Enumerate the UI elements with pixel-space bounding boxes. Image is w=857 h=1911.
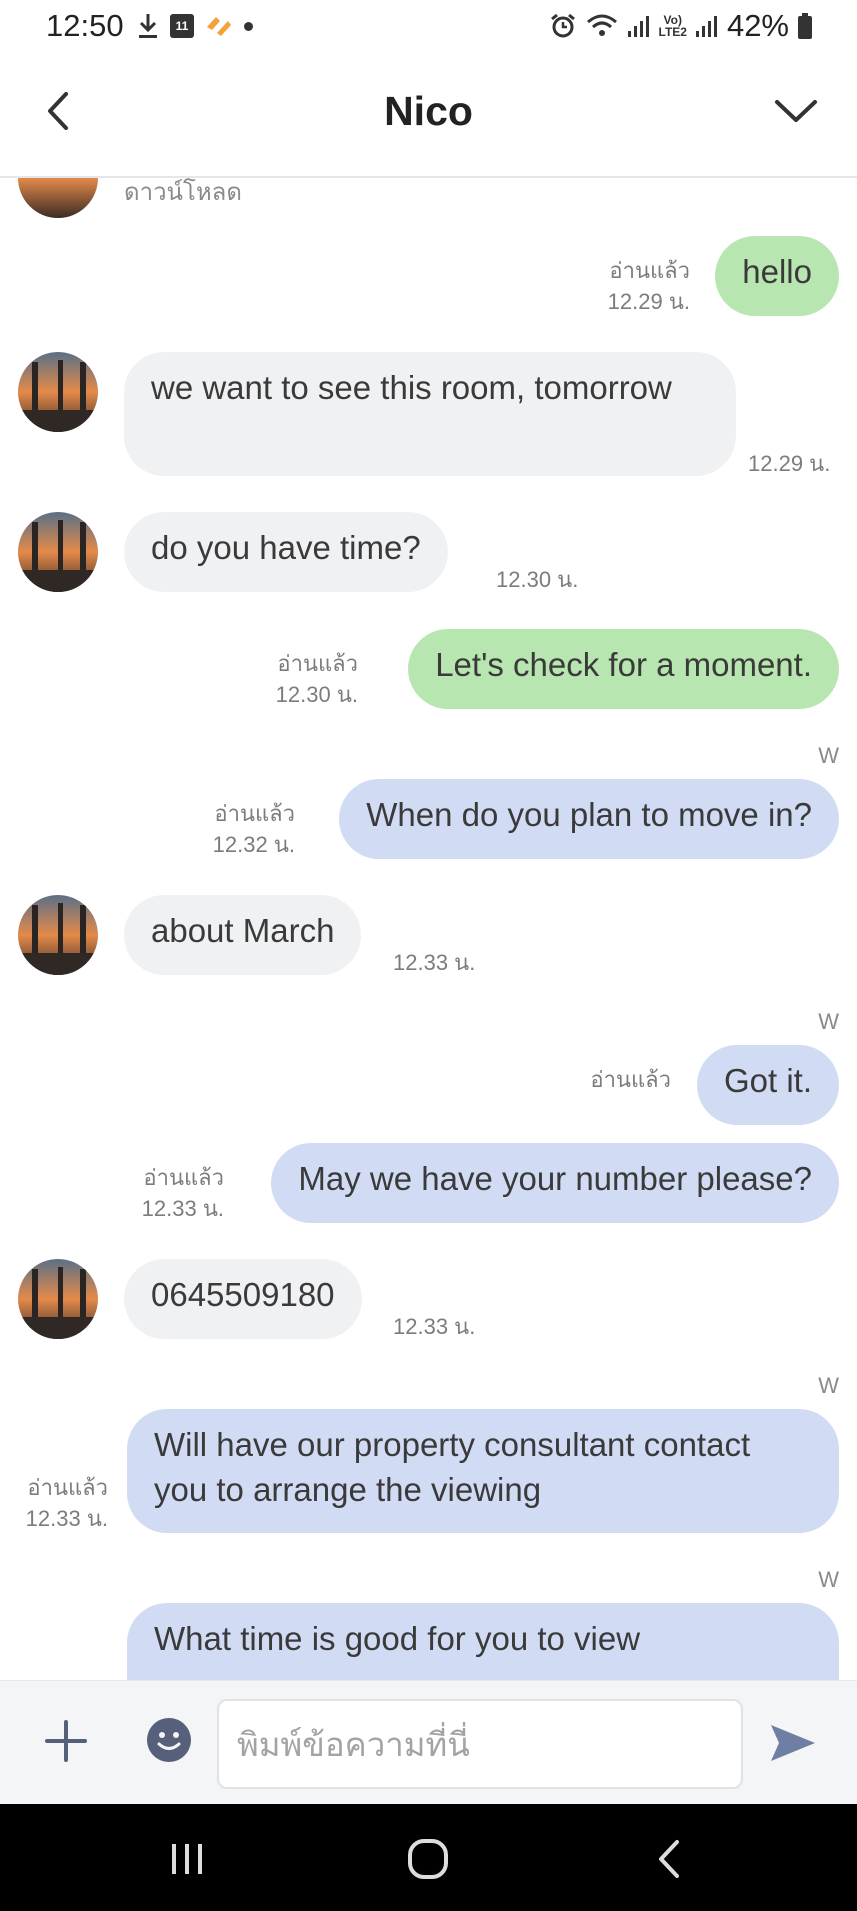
system-navigation-bar (0, 1804, 857, 1911)
room-photo-icon (18, 1259, 98, 1339)
message-text: Let's check for a moment. (435, 646, 812, 683)
home-icon[interactable] (403, 1834, 453, 1884)
status-notification-icons: 11 (136, 10, 253, 42)
read-label: อ่านแล้ว (214, 801, 295, 826)
message-bubble-incoming[interactable]: 0645509180 (124, 1259, 362, 1339)
message-bubble-outgoing[interactable]: What time is good for you to view (127, 1603, 839, 1680)
message-meta: อ่านแล้ว 12.33 น. (26, 1472, 108, 1534)
message-bubble-outgoing[interactable]: Will have our property consultant contac… (127, 1409, 839, 1533)
wifi-icon (586, 14, 617, 36)
message-time: 12.30 น. (496, 567, 579, 592)
message-bubble-outgoing[interactable]: Let's check for a moment. (408, 629, 839, 709)
message-time: 12.29 น. (607, 289, 690, 314)
message-bubble-outgoing[interactable]: When do you plan to move in? (339, 779, 839, 859)
send-icon[interactable] (769, 1719, 817, 1767)
chat-header: Nico (0, 52, 857, 178)
status-system-icons: Vo) LTE2 42% (549, 8, 814, 44)
status-bar: 12:50 11 Vo) LTE2 42% (0, 0, 857, 52)
volte-line2: LTE2 (658, 25, 687, 39)
message-meta: อ่านแล้ว 12.30 น. (276, 648, 358, 710)
message-text: What time is good for you to view (154, 1620, 641, 1657)
read-label: อ่านแล้ว (143, 1165, 224, 1190)
sender-tag: W (818, 1373, 839, 1398)
calendar-icon: 11 (170, 14, 194, 38)
message-text: When do you plan to move in? (366, 796, 812, 833)
signal-icon-2 (695, 16, 717, 37)
chevron-down-icon[interactable] (771, 88, 821, 134)
message-input[interactable] (217, 1699, 743, 1789)
room-photo-icon (18, 352, 98, 432)
message-text: Will have our property consultant contac… (154, 1426, 751, 1508)
message-list[interactable]: ดาวน์โหลด อ่านแล้ว 12.29 น. hello we wan… (0, 178, 857, 1680)
read-label: อ่านแล้ว (277, 651, 358, 676)
message-time: 12.30 น. (275, 682, 358, 707)
alarm-icon (550, 13, 575, 38)
contact-avatar[interactable] (18, 895, 98, 975)
message-bubble-incoming[interactable]: about March (124, 895, 362, 975)
sender-tag: W (818, 743, 839, 768)
battery-icon (798, 13, 812, 39)
emoji-icon[interactable] (146, 1717, 192, 1763)
plus-icon[interactable] (44, 1719, 88, 1763)
message-bubble-outgoing[interactable]: hello (715, 236, 839, 316)
message-text: 0645509180 (151, 1276, 335, 1313)
message-meta: อ่านแล้ว 12.33 น. (142, 1162, 224, 1224)
contact-avatar[interactable] (18, 178, 98, 218)
message-input-bar (0, 1680, 857, 1804)
recent-apps-icon[interactable] (162, 1834, 212, 1884)
more-notifications-dot (244, 21, 253, 31)
message-bubble-incoming[interactable]: we want to see this room, tomorrow (124, 352, 736, 476)
message-text: about March (151, 912, 335, 949)
room-photo-icon (18, 512, 98, 592)
read-label: อ่านแล้ว (590, 1067, 671, 1092)
partial-message-text: ดาวน์โหลด (124, 179, 242, 206)
read-label: อ่านแล้ว (27, 1475, 108, 1500)
message-time: 12.33 น. (393, 950, 476, 975)
contact-avatar[interactable] (18, 1259, 98, 1339)
message-bubble-incoming[interactable]: do you have time? (124, 512, 448, 592)
contact-avatar[interactable] (18, 352, 98, 432)
message-text: hello (742, 253, 812, 290)
message-time: 12.29 น. (748, 451, 831, 476)
back-nav-icon[interactable] (645, 1834, 695, 1884)
message-meta: อ่านแล้ว (590, 1064, 671, 1095)
message-time: 12.33 น. (141, 1196, 224, 1221)
message-time: 12.32 น. (212, 832, 295, 857)
message-bubble-outgoing[interactable]: May we have your number please? (271, 1143, 839, 1223)
sender-tag: W (818, 1567, 839, 1592)
chat-title: Nico (384, 88, 473, 134)
download-icon (139, 14, 157, 38)
message-text: do you have time? (151, 529, 421, 566)
status-time: 12:50 (46, 8, 124, 43)
message-text: we want to see this room, tomorrow (151, 369, 672, 406)
sender-tag: W (818, 1009, 839, 1034)
calendar-day: 11 (175, 19, 189, 33)
volte-indicator: Vo) LTE2 (659, 14, 687, 38)
message-time: 12.33 น. (25, 1506, 108, 1531)
room-photo-icon (18, 178, 98, 218)
signal-icon (627, 16, 649, 37)
message-meta: อ่านแล้ว 12.32 น. (213, 798, 295, 860)
message-bubble-outgoing[interactable]: Got it. (696, 1045, 839, 1125)
message-text: Got it. (723, 1062, 812, 1099)
read-label: อ่านแล้ว (609, 258, 690, 283)
message-text: May we have your number please? (298, 1160, 812, 1197)
message-time: 12.33 น. (393, 1314, 476, 1339)
battery-percent: 42% (726, 8, 789, 43)
contact-avatar[interactable] (18, 512, 98, 592)
message-meta: อ่านแล้ว 12.29 น. (608, 255, 690, 317)
app-notification-icon (207, 17, 231, 36)
room-photo-icon (18, 895, 98, 975)
